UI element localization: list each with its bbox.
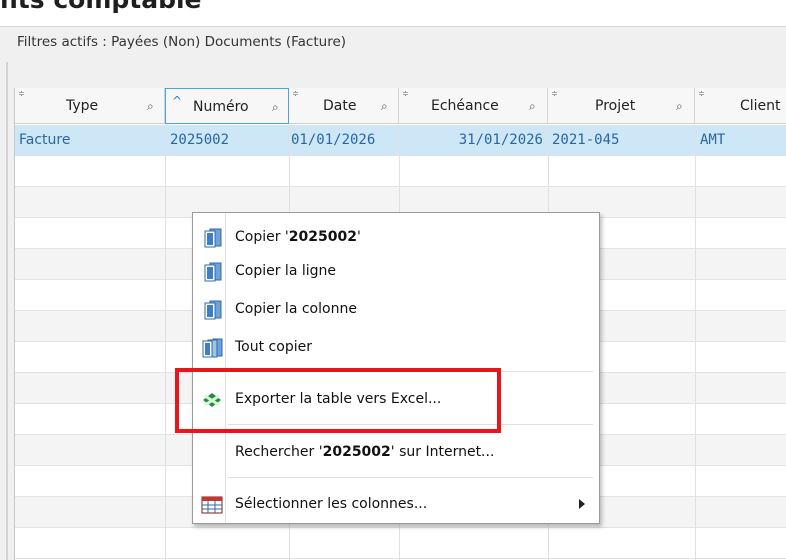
copy-icon [204,228,222,248]
column-header-projet[interactable]: ≑ Projet ⌕ [548,88,695,124]
menu-item-label: Copier la colonne [235,301,357,317]
cell-client: AMT [695,125,786,156]
menu-item-search-web[interactable]: Rechercher '2025002' sur Internet... [193,436,599,468]
sort-handle-icon: ≑ [698,89,705,98]
sort-ascending-icon: ^ [172,94,183,108]
menu-item-select-columns[interactable]: Sélectionner les colonnes... [193,488,599,520]
column-header-numero[interactable]: ^ Numéro ⌕ [165,88,289,124]
column-header-label: Type [66,98,99,114]
columns-icon [201,496,223,514]
sort-handle-icon: ≑ [292,89,299,98]
column-header-echeance[interactable]: ≑ Echéance ⌕ [399,88,548,124]
sort-handle-icon: ≑ [18,89,25,98]
left-divider [6,62,8,560]
filter-search-icon[interactable]: ⌕ [147,88,154,124]
column-header-label: Date [323,98,357,114]
column-header-label: Projet [595,98,636,114]
menu-item-label: Rechercher '2025002' sur Internet... [235,444,495,460]
column-header-label: Client [740,98,781,114]
table-header: ≑ Type ⌕ ^ Numéro ⌕ ≑ Date ⌕ ≑ Echéance … [15,88,786,124]
copy-icon [204,300,222,320]
menu-item-copy-value[interactable]: Copier '2025002' [193,221,599,253]
filter-search-icon[interactable]: ⌕ [529,88,536,124]
column-divider [165,156,166,560]
page-title: nts comptable [0,0,202,14]
menu-item-label: Tout copier [235,339,312,355]
table-row[interactable]: Facture 2025002 01/01/2026 31/01/2026 20… [15,125,786,156]
active-filters-label: Filtres actifs : Payées (Non) Documents … [17,34,347,50]
cell-date: 01/01/2026 [289,125,399,156]
column-header-label: Numéro [193,99,249,115]
copy-icon [204,262,222,282]
column-header-type[interactable]: ≑ Type ⌕ [15,88,165,124]
menu-item-label: Sélectionner les colonnes... [235,496,428,512]
column-divider [695,156,696,560]
column-header-date[interactable]: ≑ Date ⌕ [289,88,399,124]
copy-all-icon [202,338,223,358]
cell-echeance: 31/01/2026 [399,125,548,156]
menu-item-copy-row[interactable]: Copier la ligne [193,255,599,287]
menu-item-label: Copier la ligne [235,263,337,279]
cell-numero: 2025002 [165,125,289,156]
filter-search-icon[interactable]: ⌕ [272,89,279,125]
table-row [15,156,786,187]
menu-separator [228,477,593,478]
menu-item-copy-column[interactable]: Copier la colonne [193,293,599,325]
table-row [15,528,786,559]
filter-search-icon[interactable]: ⌕ [381,88,388,124]
menu-item-copy-all[interactable]: Tout copier [193,331,599,363]
column-header-label: Echéance [431,98,499,114]
sort-handle-icon: ≑ [551,89,558,98]
cell-type: Facture [15,125,165,156]
submenu-arrow-icon [579,499,585,509]
sort-handle-icon: ≑ [402,89,409,98]
annotation-highlight-box [175,368,501,433]
cell-projet: 2021-045 [548,125,695,156]
column-header-client[interactable]: ≑ Client [695,88,786,124]
menu-item-label: Copier '2025002' [235,229,361,245]
filter-search-icon[interactable]: ⌕ [676,88,683,124]
